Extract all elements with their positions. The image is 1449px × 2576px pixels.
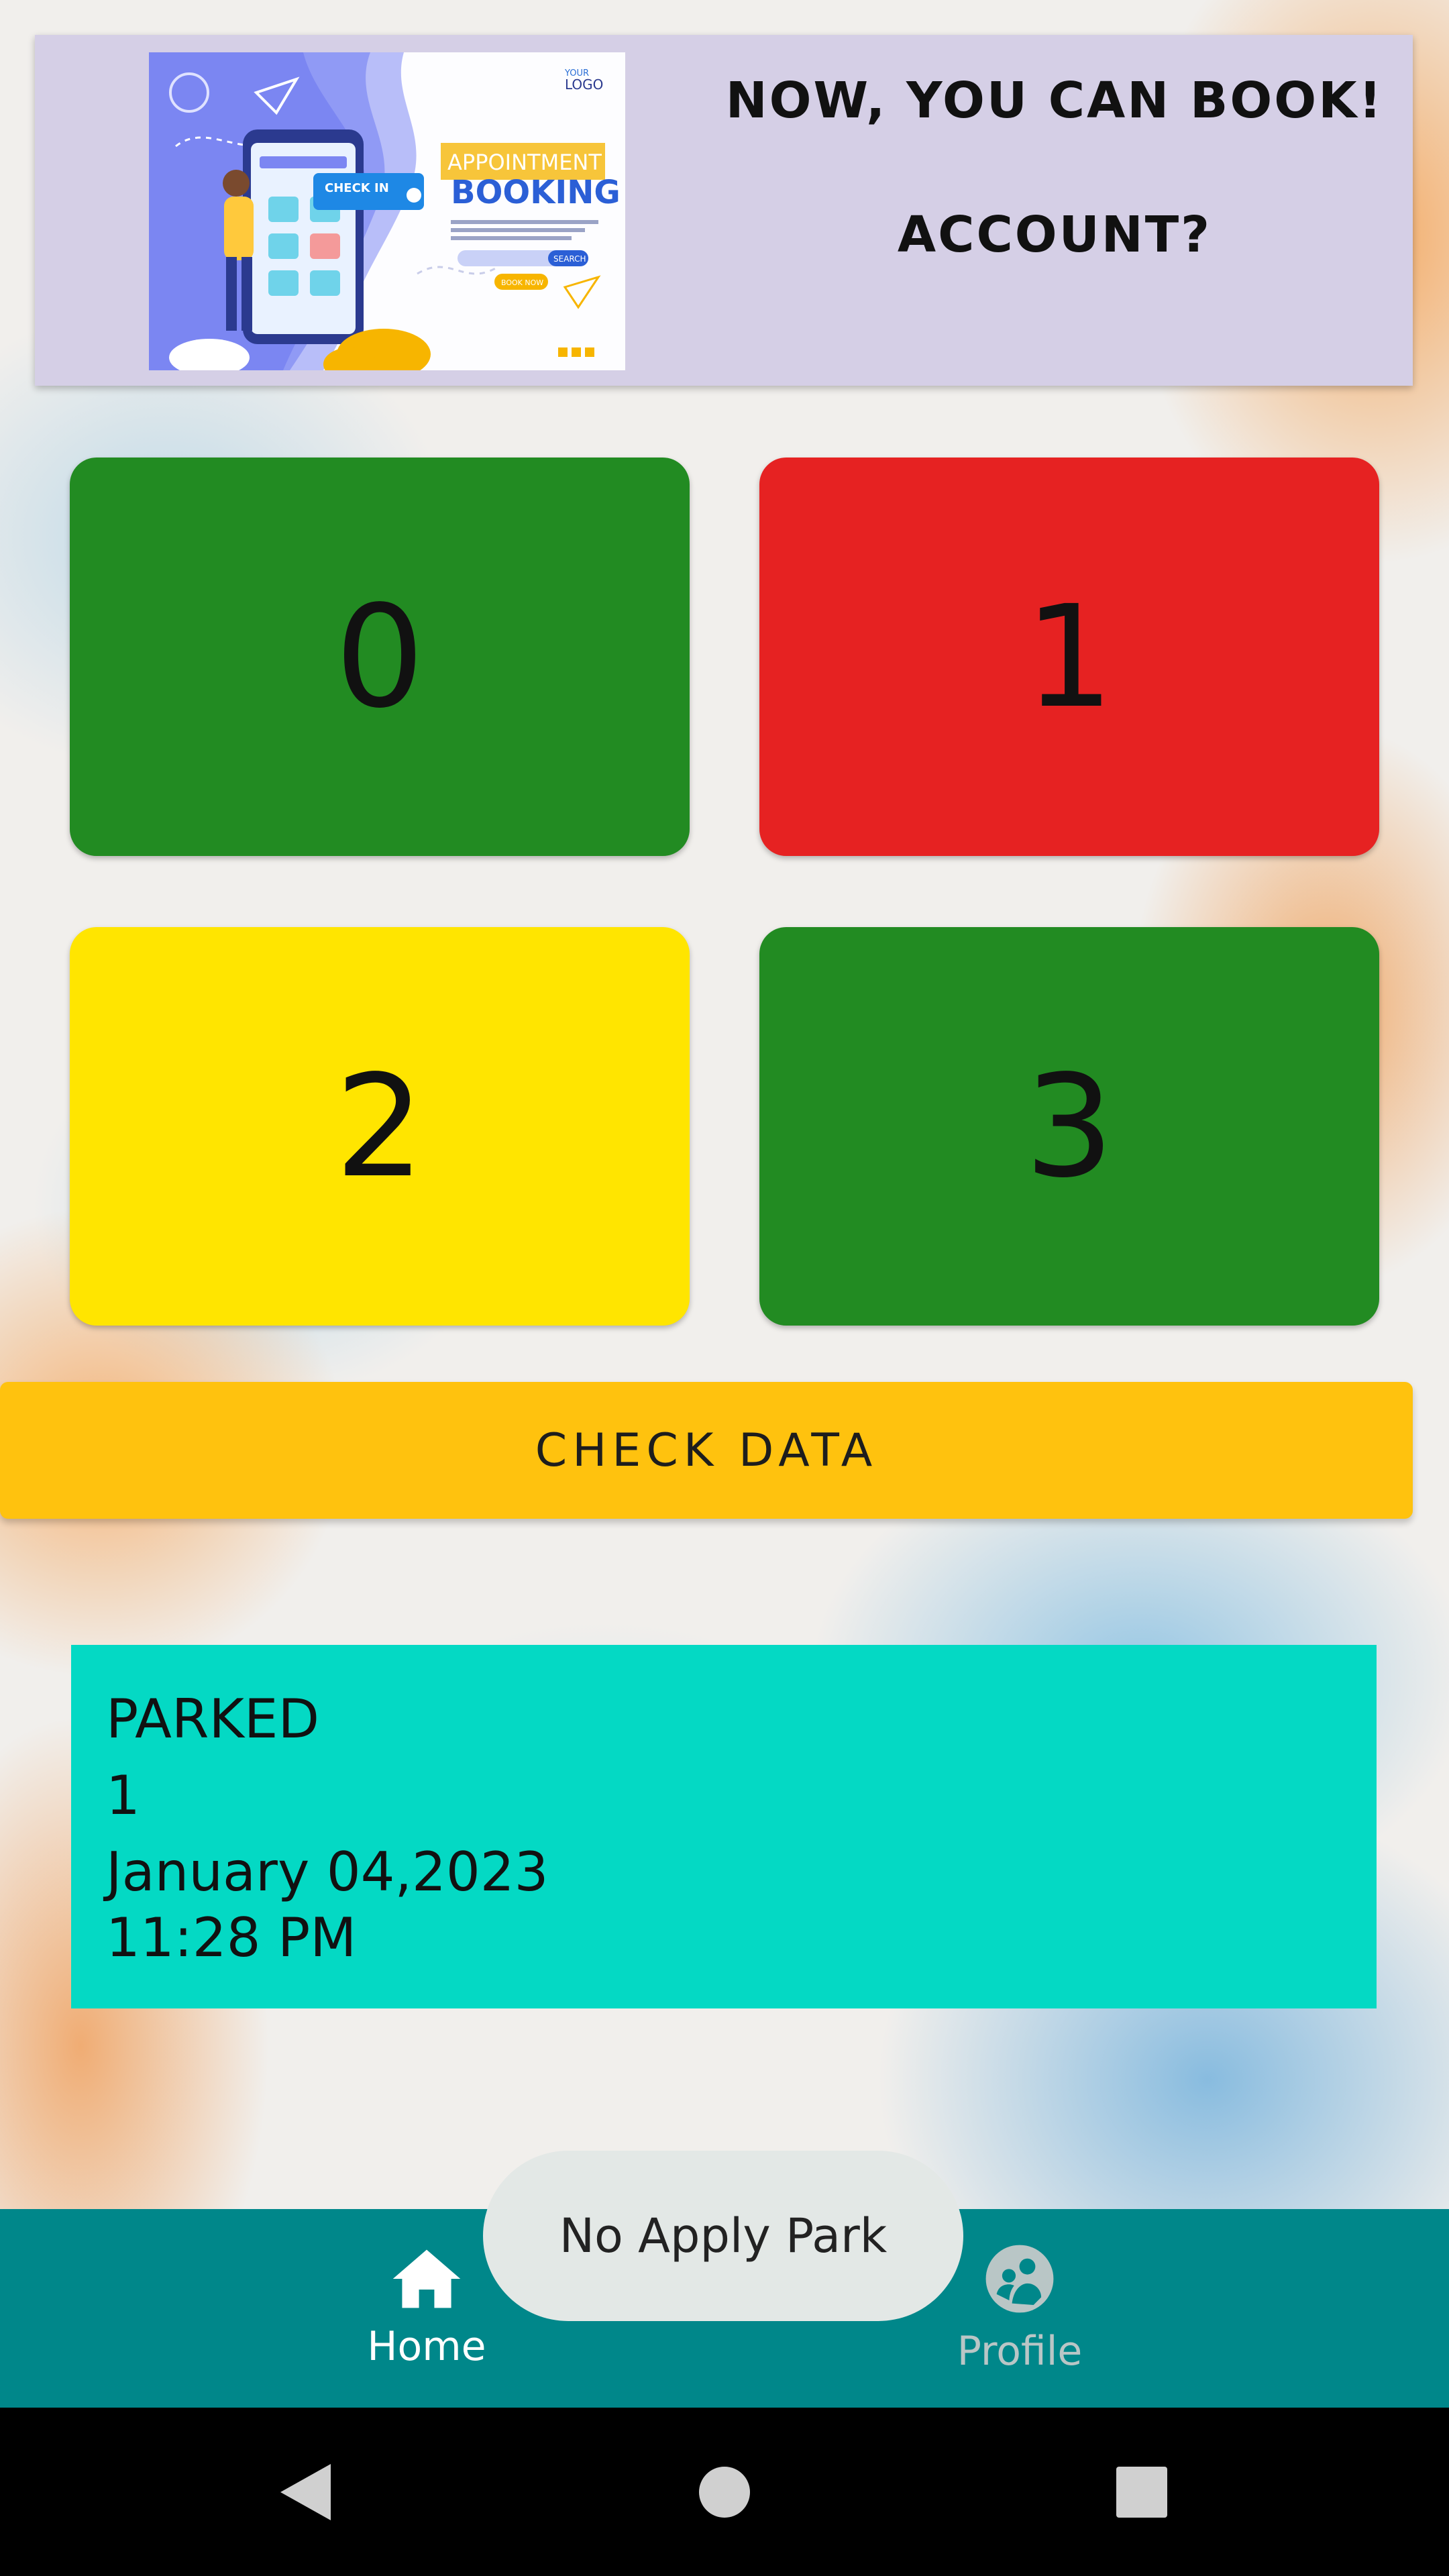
home-icon: [392, 2249, 461, 2308]
parking-status: PARKED: [106, 1688, 320, 1750]
profile-icon: [985, 2245, 1054, 2313]
logo-text: LOGO: [565, 76, 603, 93]
banner-headline: NOW, YOU CAN BOOK!: [725, 72, 1384, 129]
toast-message: No Apply Park: [483, 2151, 963, 2321]
slot-tile-0[interactable]: 0: [70, 458, 690, 856]
parking-info-card: PARKED 1 January 04,2023 11:28 PM: [71, 1645, 1377, 2008]
system-navigation-bar: [0, 2408, 1449, 2576]
parking-date: January 04,2023: [106, 1841, 549, 1903]
parking-slot-number: 1: [106, 1764, 140, 1827]
book-now-text: BOOK NOW: [501, 278, 543, 287]
slot-label: 3: [1024, 1044, 1114, 1209]
appointment-booking-illustration: CHECK IN YOUR LOGO APPOINTMENT BOOKING S…: [149, 52, 625, 370]
slot-tile-1[interactable]: 1: [759, 458, 1379, 856]
slot-tile-3[interactable]: 3: [759, 927, 1379, 1326]
promo-banner: CHECK IN YOUR LOGO APPOINTMENT BOOKING S…: [35, 35, 1413, 386]
back-icon[interactable]: [274, 2460, 334, 2524]
slot-label: 2: [335, 1044, 425, 1209]
slot-label: 1: [1024, 574, 1114, 739]
booking-text: BOOKING: [451, 174, 621, 211]
parking-time: 11:28 PM: [106, 1907, 357, 1969]
search-text: SEARCH: [553, 254, 586, 264]
nav-label-home: Home: [367, 2323, 486, 2370]
appointment-text: APPOINTMENT: [447, 150, 602, 175]
slot-label: 0: [335, 574, 425, 739]
slot-tile-2[interactable]: 2: [70, 927, 690, 1326]
check-data-button[interactable]: CHECK DATA: [0, 1382, 1413, 1519]
recents-icon[interactable]: [1115, 2465, 1169, 2519]
home-circle-icon[interactable]: [698, 2465, 751, 2519]
check-in-text: CHECK IN: [325, 181, 389, 195]
nav-label-profile: Profile: [957, 2328, 1083, 2375]
banner-subline: ACCOUNT?: [897, 206, 1212, 264]
